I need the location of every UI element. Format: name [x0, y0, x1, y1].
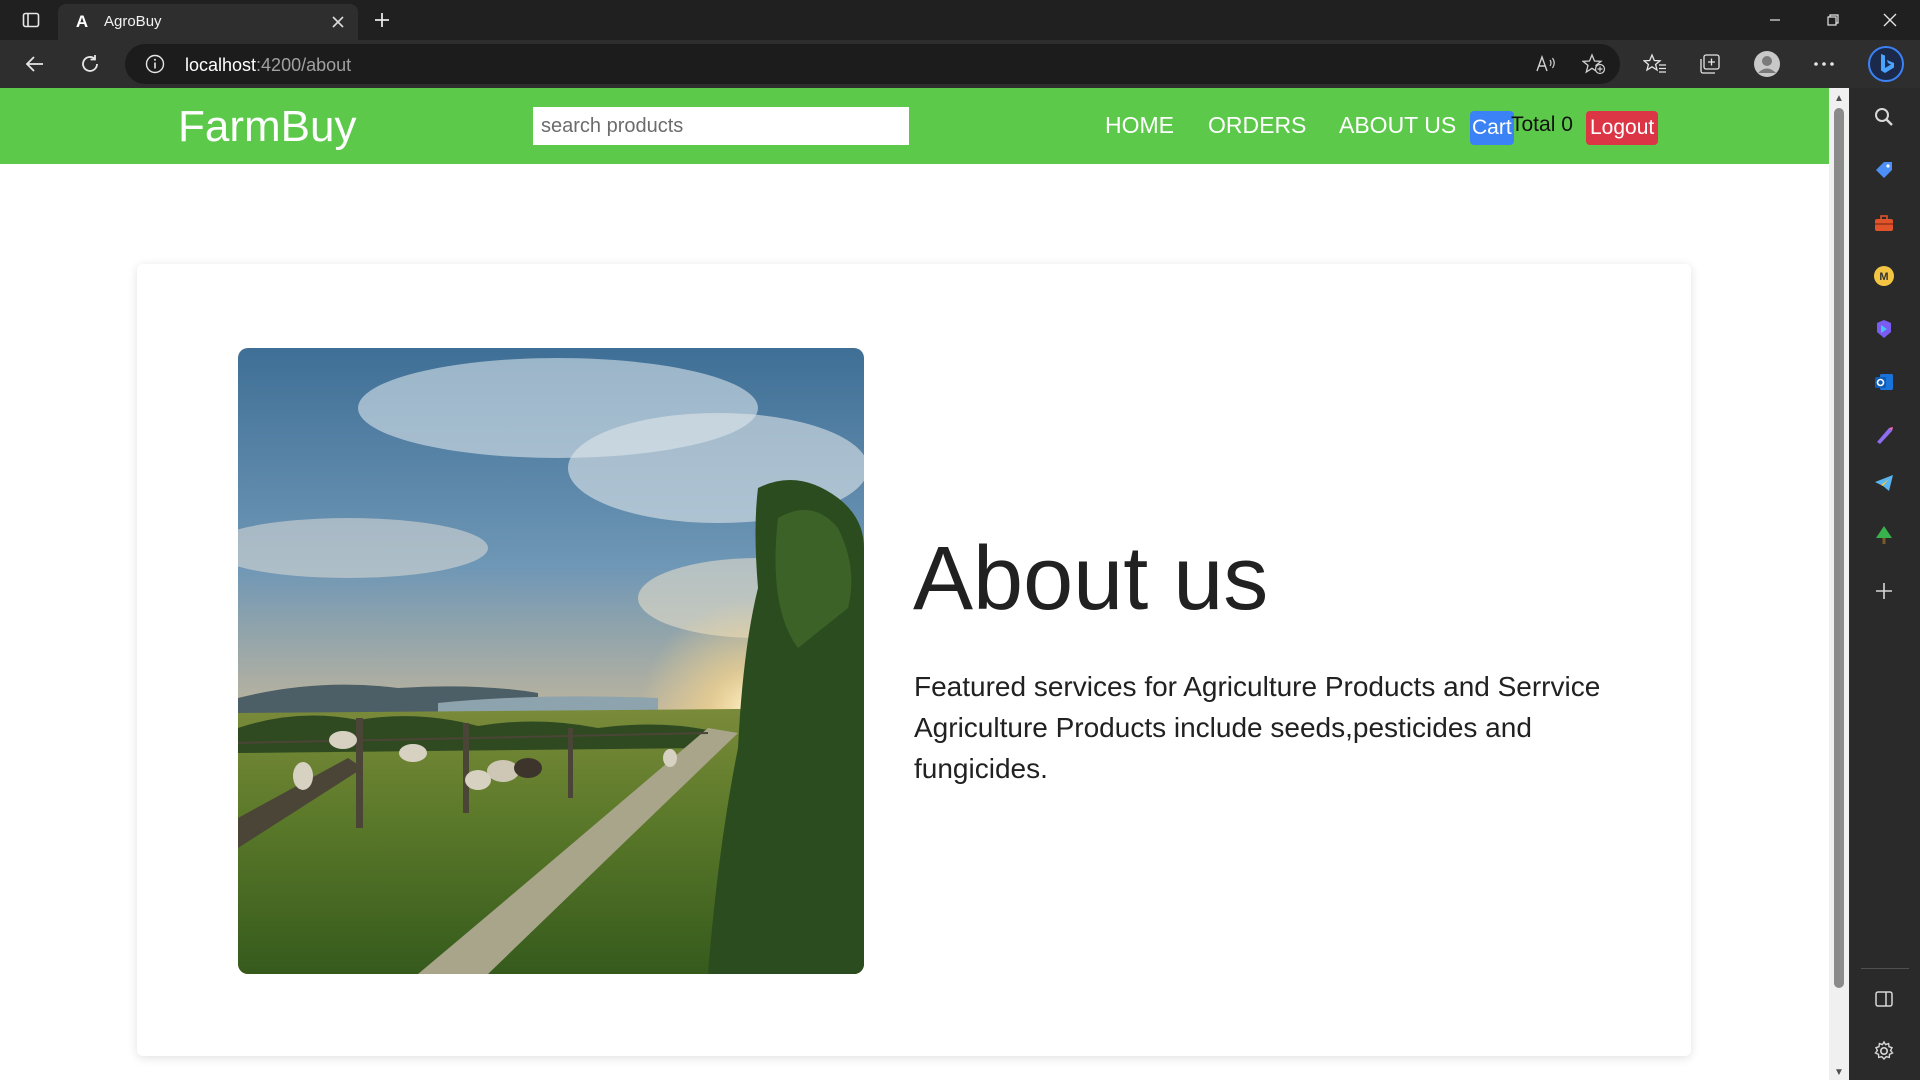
tag-icon[interactable]	[1869, 155, 1899, 185]
designer-icon[interactable]	[1869, 420, 1899, 450]
site-navbar: FarmBuy HOME ORDERS ABOUT US Cart Total …	[0, 88, 1829, 164]
tab-actions-icon[interactable]	[14, 6, 48, 34]
nav-link-about[interactable]: ABOUT US	[1339, 112, 1456, 139]
favorites-icon[interactable]	[1638, 48, 1672, 80]
close-window-icon[interactable]	[1862, 0, 1918, 40]
m365-icon[interactable]: M	[1869, 261, 1899, 291]
browser-title-bar: A AgroBuy	[0, 0, 1920, 40]
toolbox-icon[interactable]	[1869, 208, 1899, 238]
minimize-icon[interactable]	[1747, 0, 1803, 40]
site-info-icon[interactable]	[145, 54, 165, 74]
brand-logo[interactable]: FarmBuy	[178, 102, 356, 152]
scroll-thumb[interactable]	[1834, 108, 1844, 988]
collections-icon[interactable]	[1693, 48, 1727, 80]
page-viewport: FarmBuy HOME ORDERS ABOUT US Cart Total …	[0, 88, 1829, 1080]
url-text[interactable]: localhost:4200/about	[185, 55, 351, 76]
angular-favicon-icon: A	[75, 12, 89, 31]
add-icon[interactable]	[1869, 576, 1899, 606]
browser-tab[interactable]: A AgroBuy	[58, 4, 358, 40]
about-card: About us Featured services for Agricultu…	[137, 264, 1691, 1056]
about-title: About us	[913, 529, 1269, 629]
new-tab-icon[interactable]	[368, 6, 396, 34]
tree-icon[interactable]	[1869, 520, 1899, 550]
search-icon[interactable]	[1869, 102, 1899, 132]
about-description: Featured services for Agriculture Produc…	[914, 671, 1601, 784]
back-icon[interactable]	[18, 48, 52, 80]
scroll-down-arrow-icon[interactable]: ▼	[1833, 1066, 1845, 1078]
cart-total: Total 0	[1511, 113, 1573, 136]
settings-icon[interactable]	[1869, 1036, 1899, 1066]
more-options-icon[interactable]	[1807, 48, 1841, 80]
tab-title: AgroBuy	[104, 13, 162, 30]
bing-copilot-icon[interactable]	[1866, 44, 1906, 84]
edge-sidebar: M	[1849, 88, 1920, 1080]
split-screen-icon[interactable]	[1869, 984, 1899, 1014]
address-bar[interactable]: localhost:4200/about	[125, 44, 1620, 84]
sidebar-divider	[1861, 968, 1909, 969]
svg-text:M: M	[1879, 271, 1888, 283]
url-host: localhost	[185, 55, 257, 75]
close-tab-icon[interactable]	[328, 12, 348, 32]
profile-avatar-icon[interactable]	[1750, 48, 1784, 80]
refresh-icon[interactable]	[73, 48, 107, 80]
url-path: :4200/about	[256, 55, 352, 75]
logout-button[interactable]: Logout	[1586, 111, 1659, 145]
add-favorite-icon[interactable]	[1580, 52, 1608, 76]
outlook-icon[interactable]	[1869, 367, 1899, 397]
scroll-up-arrow-icon[interactable]: ▲	[1833, 92, 1845, 104]
cart-button[interactable]: Cart	[1470, 111, 1514, 145]
restore-icon[interactable]	[1805, 0, 1861, 40]
telegram-icon[interactable]	[1869, 468, 1899, 498]
nav-link-orders[interactable]: ORDERS	[1208, 112, 1306, 139]
search-input[interactable]	[533, 107, 909, 145]
read-aloud-icon[interactable]	[1532, 52, 1560, 76]
copilot-icon[interactable]	[1869, 314, 1899, 344]
page-scrollbar[interactable]: ▲ ▼	[1829, 88, 1849, 1080]
nav-link-home[interactable]: HOME	[1105, 112, 1174, 139]
about-image	[238, 348, 864, 974]
browser-toolbar: localhost:4200/about	[0, 40, 1920, 88]
